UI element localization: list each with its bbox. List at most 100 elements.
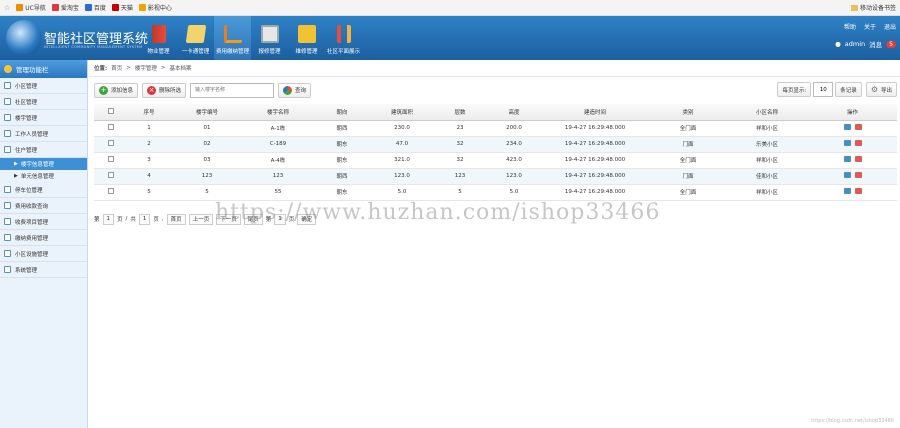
pie-chart-icon (283, 85, 293, 95)
nav-repair-report[interactable]: 报修管理 (251, 16, 288, 60)
cell-index: 3 (128, 152, 170, 169)
breadcrumb-building[interactable]: 楼宇管理 (135, 64, 157, 72)
col-category: 类别 (650, 104, 726, 121)
list-icon (4, 186, 11, 193)
cell-orientation: 朝东 (312, 136, 372, 153)
delete-icon[interactable] (854, 124, 862, 130)
cell-floors: 5 (432, 184, 488, 201)
nav-fees[interactable]: 费用缴纳管理 (214, 16, 251, 60)
col-community: 小区名称 (726, 104, 808, 121)
first-page-button[interactable]: 首页 (166, 213, 186, 225)
taobao-icon (51, 4, 59, 11)
delete-icon[interactable] (854, 188, 862, 194)
bookmark-baidu[interactable]: 百度 (84, 3, 106, 12)
sidebar-item-society[interactable]: 社区管理 (0, 94, 87, 110)
sidebar-item-building[interactable]: 楼宇管理 (0, 110, 87, 126)
triangle-right-icon: ▶ (14, 173, 18, 179)
help-link[interactable]: 帮助 (844, 22, 856, 31)
messages-link[interactable]: 消息 (869, 39, 882, 49)
edit-icon[interactable] (843, 188, 851, 194)
cell-index: 1 (128, 120, 170, 137)
col-height: 高度 (488, 104, 540, 121)
cell-height: 423.0 (488, 152, 540, 169)
sidebar-item-parking[interactable]: 停车位管理 (0, 182, 87, 198)
delete-icon[interactable] (854, 172, 862, 178)
cell-index: 5 (128, 184, 170, 201)
user-name[interactable]: admin (845, 40, 865, 48)
top-nav: 物业管理 一卡通管理 费用缴纳管理 报修管理 维修管理 社区平面展示 (140, 16, 362, 60)
row-checkbox[interactable] (108, 172, 114, 178)
current-page: 1 (102, 213, 115, 225)
cell-build-time: 19-4-27 16:29:48.000 (540, 120, 650, 137)
bookmark-taobao[interactable]: 爱淘宝 (51, 3, 79, 12)
user-info: ● admin 消息 5 (835, 39, 896, 49)
col-orientation: 朝向 (312, 104, 372, 121)
nav-property[interactable]: 物业管理 (140, 16, 177, 60)
row-checkbox[interactable] (108, 188, 114, 194)
sidebar-item-residents[interactable]: 住户管理 (0, 142, 87, 158)
nav-community-map[interactable]: 社区平面展示 (325, 16, 362, 60)
sidebar-subitem-building-info[interactable]: ▶ 楼宇信息管理 (0, 158, 87, 170)
table-row: 2 02 C-189 朝东 47.0 32 234.0 19-4-27 16:2… (94, 136, 897, 153)
row-checkbox[interactable] (108, 140, 114, 146)
cell-orientation: 朝西 (312, 168, 372, 185)
list-icon (4, 146, 11, 153)
edit-icon[interactable] (843, 172, 851, 178)
cell-build-time: 19-4-27 16:29:48.000 (540, 184, 650, 201)
sidebar-item-pay-fees[interactable]: 缴纳费用管理 (0, 230, 87, 246)
cell-code: 03 (170, 152, 244, 169)
query-button[interactable]: 查询 (278, 82, 312, 98)
tmall-icon (111, 4, 119, 11)
about-link[interactable]: 关于 (864, 22, 876, 31)
edit-icon[interactable] (843, 124, 851, 130)
cell-community: 祥和小区 (726, 120, 808, 137)
close-icon: × (147, 85, 157, 95)
add-button[interactable]: + 添加信息 (94, 82, 139, 98)
star-icon[interactable]: ☆ (4, 4, 10, 12)
sidebar-item-staff[interactable]: 工作人员管理 (0, 126, 87, 142)
nav-card[interactable]: 一卡通管理 (177, 16, 214, 60)
mobile-bookmarks[interactable]: 移动设备书签 (850, 3, 896, 12)
nav-maintenance[interactable]: 维修管理 (288, 16, 325, 60)
cell-actions (808, 136, 897, 153)
sidebar-item-facilities[interactable]: 小区设施管理 (0, 246, 87, 262)
user-icon: ● (835, 40, 841, 48)
breadcrumb-home[interactable]: 首页 (111, 64, 122, 72)
table-row: 4 123 123 朝西 123.0 123 123.0 19-4-27 16:… (94, 168, 897, 185)
delete-icon[interactable] (854, 156, 862, 162)
list-icon (4, 218, 11, 225)
delete-icon[interactable] (854, 140, 862, 146)
sidebar-subitem-unit-info[interactable]: ▶ 单元信息管理 (0, 170, 87, 182)
sidebar-item-community[interactable]: 小区管理 (0, 78, 87, 94)
cell-code: 02 (170, 136, 244, 153)
prev-page-button[interactable]: 上一页 (188, 213, 214, 225)
cell-floors: 32 (432, 152, 488, 169)
cell-community: 佳和小区 (726, 168, 808, 185)
toolbar: +添加信息 ×删除所选 查询 每页显示: 条记录 ⚙导出 (94, 82, 897, 98)
per-page-input[interactable] (813, 82, 834, 97)
edit-icon[interactable] (843, 140, 851, 146)
bookmark-tmall[interactable]: 天猫 (111, 3, 133, 12)
row-checkbox[interactable] (108, 124, 114, 130)
per-page-unit: 条记录 (835, 82, 862, 97)
cell-area: 47.0 (372, 136, 432, 153)
cell-build-time: 19-4-27 16:29:48.000 (540, 136, 650, 153)
delete-selected-button[interactable]: × 删除所选 (142, 82, 187, 98)
book-icon (151, 25, 166, 43)
export-button[interactable]: ⚙ 导出 (865, 82, 897, 97)
select-all-cell[interactable] (94, 104, 128, 121)
edit-icon[interactable] (843, 156, 851, 162)
search-input[interactable] (190, 82, 275, 98)
logout-link[interactable]: 退出 (884, 22, 896, 31)
bookmark-video[interactable]: 影视中心 (138, 3, 172, 12)
cell-actions (808, 152, 897, 169)
cell-community: 祥和小区 (726, 184, 808, 201)
row-checkbox[interactable] (108, 156, 114, 162)
sidebar-item-fee-query[interactable]: 费用收款查询 (0, 198, 87, 214)
bookmark-bar: ☆ UC导航 爱淘宝 百度 天猫 影视中心 移动设备书签 (0, 0, 900, 16)
bookmark-uc[interactable]: UC导航 (16, 3, 46, 12)
table-row: 3 03 A-4栋 朝东 321.0 32 423.0 19-4-27 16:2… (94, 152, 897, 169)
sidebar-item-charge-items[interactable]: 收费项目管理 (0, 214, 87, 230)
sidebar-item-system[interactable]: 系统管理 (0, 262, 87, 278)
select-all-checkbox[interactable] (108, 107, 114, 114)
